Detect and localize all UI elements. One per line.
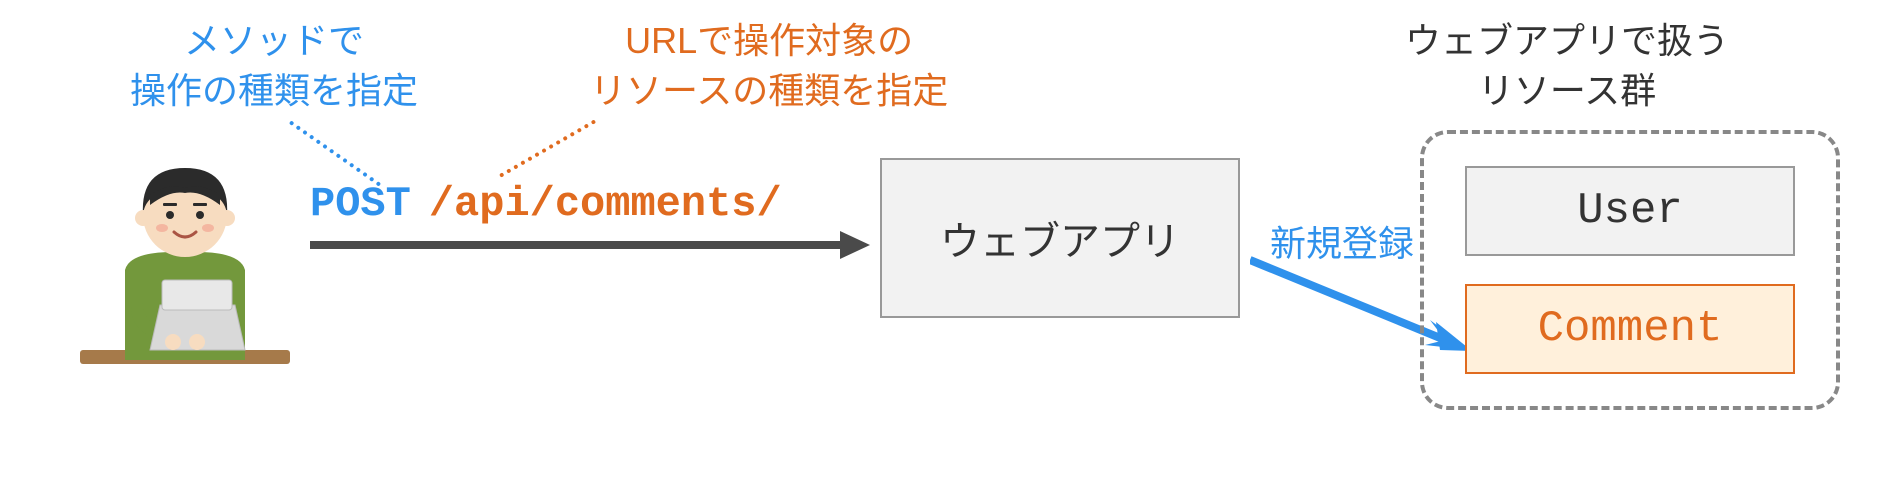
annotation-resources-text: ウェブアプリで扱うリソース群 — [1405, 20, 1729, 111]
rest-diagram: メソッドで操作の種類を指定 URLで操作対象のリソースの種類を指定 ウェブアプリ… — [0, 0, 1898, 502]
webapp-label: ウェブアプリ — [940, 209, 1180, 267]
dotted-connector-method — [289, 120, 381, 186]
annotation-url-text: URLで操作対象のリソースの種類を指定 — [590, 20, 948, 111]
resource-comment-label: Comment — [1538, 304, 1723, 354]
webapp-box: ウェブアプリ — [880, 158, 1240, 318]
resource-group: User Comment — [1420, 130, 1840, 410]
dotted-connector-url — [499, 119, 596, 177]
arrow-to-webapp — [310, 225, 870, 270]
http-request: POST /api/comments/ — [310, 180, 782, 228]
http-method: POST — [310, 180, 411, 228]
resource-user: User — [1465, 166, 1795, 256]
resource-user-label: User — [1577, 186, 1683, 236]
annotation-method-line1: メソッドで操作の種類を指定 — [130, 20, 418, 111]
annotation-url: URLで操作対象のリソースの種類を指定 — [590, 16, 948, 117]
person-illustration — [70, 160, 300, 395]
http-path: /api/comments/ — [429, 180, 782, 228]
annotation-method: メソッドで操作の種類を指定 — [130, 16, 418, 117]
resource-comment: Comment — [1465, 284, 1795, 374]
annotation-resources: ウェブアプリで扱うリソース群 — [1405, 16, 1729, 117]
